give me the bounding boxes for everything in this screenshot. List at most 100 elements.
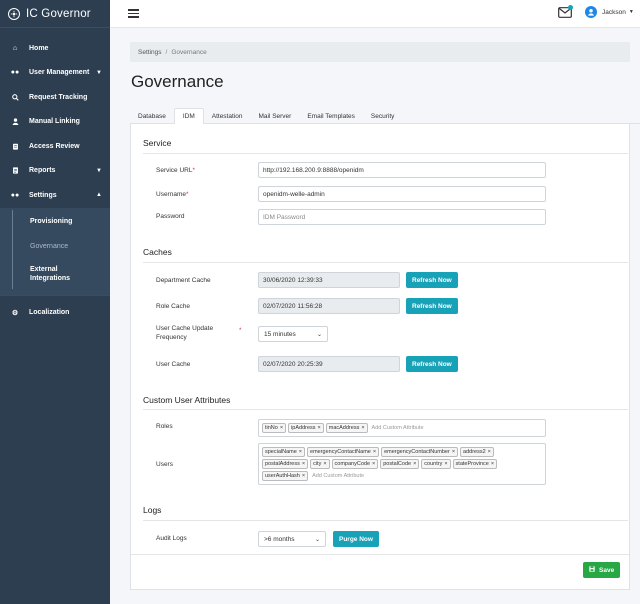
attribute-tag: specialName × <box>262 447 306 457</box>
service-url-input[interactable]: http://192.168.200.9:8888/openidm <box>258 162 546 178</box>
custom-attributes-section-title: Custom User Attributes <box>143 395 231 405</box>
sidebar-item-localization[interactable]: ⚙ Localization <box>0 301 110 326</box>
users-cog-icon: ●● <box>10 191 20 199</box>
breadcrumb-settings[interactable]: Settings <box>138 49 162 56</box>
breadcrumb: Settings / Governance <box>130 42 630 62</box>
save-button-label: Save <box>599 566 615 574</box>
attribute-tag: ipAddress × <box>288 423 324 433</box>
audit-logs-select[interactable]: >6 months ⌄ <box>258 531 326 547</box>
remove-tag-icon[interactable]: × <box>302 461 305 467</box>
remove-tag-icon[interactable]: × <box>444 461 447 467</box>
tab-idm[interactable]: IDM <box>173 108 204 125</box>
attribute-tag-label: companyCode <box>334 461 371 467</box>
roles-tag-input[interactable]: tinNo × ipAddress × macAddress × Add Custom At… <box>258 419 546 437</box>
audit-logs-value: >6 months <box>264 535 295 543</box>
service-section-title: Service <box>143 138 172 148</box>
user-menu[interactable]: Jackson ▼ <box>585 6 634 18</box>
refresh-user-cache-button[interactable]: Refresh Now <box>406 356 458 372</box>
sidebar-subitem-governance[interactable]: Governance <box>0 234 110 259</box>
attribute-tag-label: address2 <box>463 449 486 455</box>
sidebar-subitem-label: External Integrations <box>30 265 71 282</box>
sidebar-subitem-external-integrations[interactable]: External Integrations <box>0 258 110 289</box>
sidebar-item-label: Localization <box>29 309 70 317</box>
sidebar-subitem-provisioning[interactable]: Provisioning <box>0 209 110 235</box>
user-cache-frequency-label: User Cache Update Frequency <box>156 325 214 341</box>
hamburger-menu-icon[interactable] <box>128 9 139 18</box>
attribute-tag-label: postalAddress <box>265 461 300 467</box>
username-input[interactable]: openidm-welle-admin <box>258 186 546 202</box>
refresh-department-cache-button[interactable]: Refresh Now <box>406 272 458 288</box>
attribute-tag: city × <box>310 459 330 469</box>
attribute-tag: postalCode × <box>380 459 420 469</box>
chevron-down-icon: ▼ <box>96 69 102 76</box>
tab-email-templates[interactable]: Email Templates <box>299 108 363 124</box>
remove-tag-icon[interactable]: × <box>372 461 375 467</box>
sidebar-item-label: Reports <box>29 167 56 175</box>
sidebar-subitem-label: Provisioning <box>30 218 73 226</box>
password-label: Password <box>156 213 185 220</box>
brand[interactable]: IC Governor <box>0 0 110 28</box>
save-button[interactable]: Save <box>583 562 621 578</box>
add-attribute-placeholder[interactable]: Add Custom Attribute <box>312 471 364 481</box>
section-divider <box>143 153 628 154</box>
required-marker: * <box>192 167 196 174</box>
department-cache-value: 30/06/2020 12:39:33 <box>258 272 400 288</box>
idm-panel: Service Service URL* http://192.168.200.… <box>130 124 630 590</box>
remove-tag-icon[interactable]: × <box>302 473 305 479</box>
chevron-down-icon: ⌄ <box>316 331 322 338</box>
sidebar-item-settings[interactable]: ●● Settings ▲ <box>0 183 110 208</box>
report-icon <box>10 167 20 174</box>
remove-tag-icon[interactable]: × <box>299 449 302 455</box>
chevron-down-icon: ▼ <box>96 167 102 174</box>
remove-tag-icon[interactable]: × <box>318 425 321 431</box>
search-icon <box>10 93 20 101</box>
attribute-tag-label: specialName <box>265 449 297 455</box>
user-cache-frequency-select[interactable]: 15 minutes ⌄ <box>258 326 328 342</box>
page-title: Governance <box>131 72 224 91</box>
sidebar-item-request-tracking[interactable]: Request Tracking <box>0 85 110 110</box>
chevron-down-icon: ⌄ <box>314 536 320 543</box>
section-divider <box>143 262 628 263</box>
sidebar: IC Governor ⌂ Home ●● User Management ▼ … <box>0 0 110 604</box>
sidebar-item-reports[interactable]: Reports ▼ <box>0 159 110 184</box>
attribute-tag: stateProvince × <box>452 459 498 469</box>
purge-now-button[interactable]: Purge Now <box>333 531 379 547</box>
sidebar-item-user-management[interactable]: ●● User Management ▼ <box>0 61 110 86</box>
add-attribute-placeholder[interactable]: Add Custom Attribute <box>372 423 424 433</box>
user-name: Jackson <box>602 8 626 16</box>
sidebar-item-home[interactable]: ⌂ Home <box>0 36 110 61</box>
user-cache-frequency-value: 15 minutes <box>264 330 296 338</box>
remove-tag-icon[interactable]: × <box>491 461 494 467</box>
attribute-tag: companyCode × <box>331 459 379 469</box>
remove-tag-icon[interactable]: × <box>488 449 491 455</box>
remove-tag-icon[interactable]: × <box>361 425 364 431</box>
remove-tag-icon[interactable]: × <box>452 449 455 455</box>
tab-database[interactable]: Database <box>130 108 174 124</box>
attribute-tag: country × <box>421 459 451 469</box>
attribute-tag: emergencyContactName × <box>307 447 380 457</box>
remove-tag-icon[interactable]: × <box>323 461 326 467</box>
remove-tag-icon[interactable]: × <box>413 461 416 467</box>
remove-tag-icon[interactable]: × <box>373 449 376 455</box>
notification-badge <box>568 5 573 10</box>
users-tag-input[interactable]: specialName × emergencyContactName × emergen… <box>258 443 546 485</box>
sidebar-item-manual-linking[interactable]: Manual Linking <box>0 110 110 135</box>
tab-attestation[interactable]: Attestation <box>204 108 251 124</box>
tab-bar: Database IDM Attestation Mail Server Ema… <box>130 108 640 125</box>
username-label-text: Username <box>156 191 186 198</box>
audit-logs-label: Audit Logs <box>156 535 187 542</box>
password-input[interactable]: IDM Password <box>258 209 546 225</box>
refresh-role-cache-button[interactable]: Refresh Now <box>406 298 458 314</box>
remove-tag-icon[interactable]: × <box>280 425 283 431</box>
required-marker: * <box>239 327 242 334</box>
tab-mail-server[interactable]: Mail Server <box>250 108 299 124</box>
breadcrumb-current: Governance <box>171 48 207 56</box>
sidebar-item-label: Settings <box>29 191 57 199</box>
sidebar-item-access-review[interactable]: Access Review <box>0 134 110 159</box>
required-marker: * <box>185 191 189 198</box>
attribute-tag: macAddress × <box>325 423 368 433</box>
tab-security[interactable]: Security <box>363 108 402 124</box>
breadcrumb-separator: / <box>165 48 168 56</box>
attribute-tag: tinNo × <box>262 423 287 433</box>
clipboard-icon <box>10 143 20 150</box>
